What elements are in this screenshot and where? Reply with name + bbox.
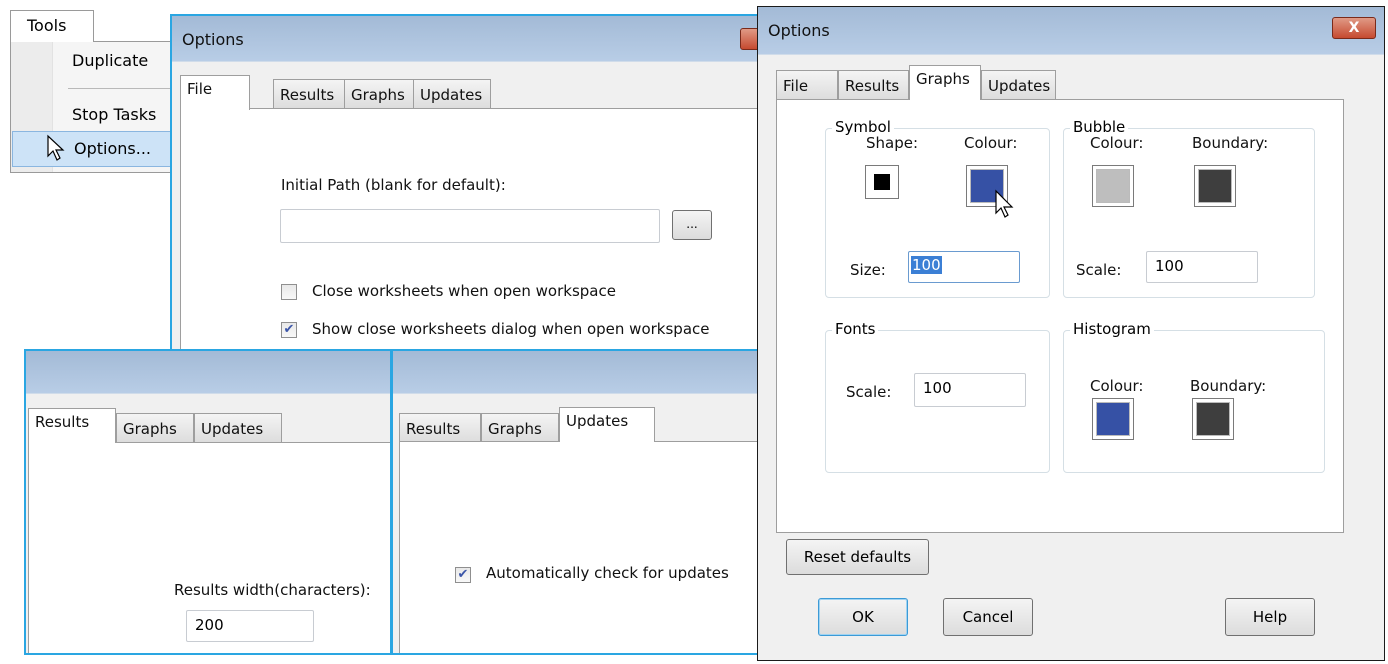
histogram-colour-swatch: [1096, 402, 1130, 436]
bubble-scale-label: Scale:: [1076, 261, 1122, 279]
close-worksheets-label: Close worksheets when open workspace: [312, 282, 616, 300]
help-button[interactable]: Help: [1225, 598, 1315, 636]
auto-update-checkbox[interactable]: ✔: [455, 567, 471, 583]
fonts-group-title: Fonts: [832, 320, 879, 338]
close-worksheets-checkbox[interactable]: [281, 284, 297, 300]
shape-label: Shape:: [866, 134, 919, 152]
options-dialog-updates: Results Graphs Updates ✔ Automatically c…: [391, 349, 765, 655]
bubble-colour-picker[interactable]: [1092, 165, 1134, 207]
show-close-dialog-label: Show close worksheets dialog when open w…: [312, 320, 710, 338]
tab-panel-updates: [399, 441, 763, 653]
title-bar: Options X: [758, 7, 1384, 55]
tab-results[interactable]: Results: [838, 70, 909, 100]
histogram-group: Histogram Colour: Boundary:: [1063, 320, 1325, 473]
bubble-colour-label: Colour:: [1090, 134, 1144, 152]
tab-results[interactable]: Results: [273, 79, 346, 109]
tab-updates[interactable]: Updates: [559, 407, 655, 442]
histogram-colour-picker[interactable]: [1092, 398, 1134, 440]
bubble-boundary-label: Boundary:: [1192, 134, 1269, 152]
dialog-title: Options: [768, 21, 830, 40]
options-dialog-results: Results Graphs Updates Results width(cha…: [24, 349, 392, 655]
histogram-colour-label: Colour:: [1090, 377, 1144, 395]
menu-item-options[interactable]: Options...: [74, 134, 151, 164]
title-bar: Options: [172, 16, 784, 62]
bubble-colour-swatch: [1096, 169, 1130, 203]
histogram-boundary-swatch: [1196, 402, 1230, 436]
tab-updates[interactable]: Updates: [413, 79, 491, 109]
symbol-size-selected-text: 100: [911, 256, 942, 274]
tab-file[interactable]: File: [180, 75, 250, 110]
tab-updates[interactable]: Updates: [981, 70, 1056, 100]
mouse-cursor-icon: [995, 189, 1014, 218]
initial-path-input[interactable]: [280, 209, 660, 243]
cancel-button[interactable]: Cancel: [943, 598, 1033, 636]
symbol-size-input[interactable]: 100: [908, 251, 1020, 283]
title-bar: [26, 351, 390, 394]
results-width-label: Results width(characters):: [174, 581, 371, 599]
close-button[interactable]: X: [1332, 17, 1376, 39]
initial-path-label: Initial Path (blank for default):: [281, 176, 506, 194]
tab-graphs[interactable]: Graphs: [116, 413, 194, 443]
symbol-colour-label: Colour:: [964, 134, 1018, 152]
tab-graphs[interactable]: Graphs: [481, 413, 559, 443]
dialog-title: Options: [182, 30, 244, 49]
histogram-boundary-picker[interactable]: [1192, 398, 1234, 440]
tab-graphs[interactable]: Graphs: [344, 79, 414, 109]
results-width-input[interactable]: 200: [186, 610, 314, 642]
tab-file[interactable]: File: [776, 70, 838, 100]
title-bar: [393, 351, 763, 394]
reset-defaults-button[interactable]: Reset defaults: [786, 539, 929, 575]
symbol-group: Symbol Shape: Colour: Size: 100: [825, 118, 1050, 298]
show-close-dialog-checkbox[interactable]: ✔: [281, 322, 297, 338]
fonts-group: Fonts Scale: 100: [825, 320, 1050, 473]
tab-results[interactable]: Results: [28, 408, 116, 443]
bubble-boundary-swatch: [1198, 169, 1232, 203]
browse-button[interactable]: ...: [672, 210, 712, 240]
histogram-group-title: Histogram: [1070, 320, 1154, 338]
tools-menu-title[interactable]: Tools: [10, 10, 94, 42]
tab-graphs[interactable]: Graphs: [909, 65, 981, 100]
fonts-scale-label: Scale:: [846, 383, 892, 401]
fonts-scale-input[interactable]: 100: [914, 373, 1026, 407]
bubble-scale-input[interactable]: 100: [1146, 251, 1258, 283]
square-shape-icon: [874, 174, 890, 190]
menu-item-duplicate[interactable]: Duplicate: [72, 46, 148, 76]
tab-updates[interactable]: Updates: [194, 413, 282, 443]
shape-picker[interactable]: [865, 165, 899, 199]
ok-button[interactable]: OK: [818, 598, 908, 636]
bubble-group: Bubble Colour: Boundary: Scale: 100: [1063, 118, 1315, 298]
options-dialog-file: Options File Results Graphs Updates Init…: [170, 14, 800, 368]
options-dialog-graphs: Options X File Results Graphs Updates Sy…: [757, 6, 1385, 661]
symbol-size-label: Size:: [850, 261, 886, 279]
tab-results[interactable]: Results: [399, 413, 481, 443]
auto-update-label: Automatically check for updates: [486, 564, 729, 582]
histogram-boundary-label: Boundary:: [1190, 377, 1267, 395]
bubble-boundary-picker[interactable]: [1194, 165, 1236, 207]
menu-item-stop-tasks[interactable]: Stop Tasks: [72, 100, 156, 130]
mouse-cursor-icon: [47, 134, 65, 161]
menu-separator: [68, 88, 178, 89]
